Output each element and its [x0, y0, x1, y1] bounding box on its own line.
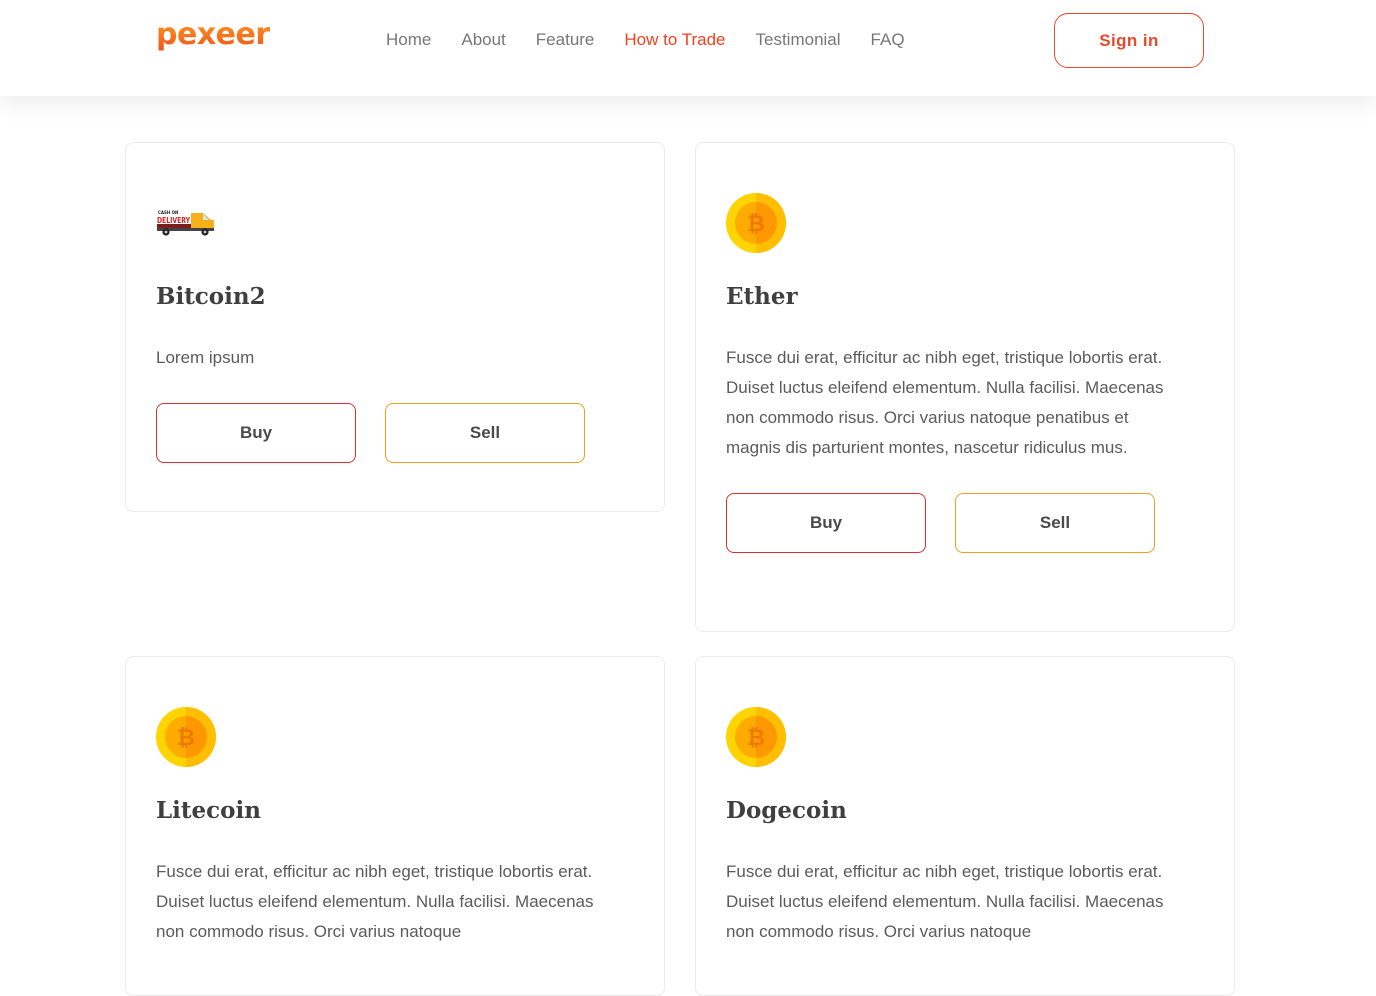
bitcoin-coin-icon: ₿ — [726, 193, 786, 253]
main-nav: Home About Feature How to Trade Testimon… — [386, 28, 935, 52]
coin-title: Bitcoin2 — [156, 283, 266, 310]
nav-item-home[interactable]: Home — [386, 28, 431, 52]
svg-text:₿: ₿ — [747, 212, 765, 237]
trade-buttons: Buy Sell — [156, 403, 634, 463]
svg-text:₿: ₿ — [747, 726, 765, 751]
coin-title: Dogecoin — [726, 797, 847, 824]
sell-button[interactable]: Sell — [385, 403, 585, 463]
bitcoin-coin-icon: ₿ — [156, 707, 216, 767]
coin-title: Litecoin — [156, 797, 261, 824]
svg-text:CASH ON: CASH ON — [158, 210, 178, 215]
coin-card-ether: ₿ Ether Fusce dui erat, efficitur ac nib… — [695, 142, 1235, 632]
coin-description: Lorem ipsum — [156, 348, 255, 367]
sign-in-button[interactable]: Sign in — [1054, 13, 1204, 68]
buy-button[interactable]: Buy — [156, 403, 356, 463]
coin-card-dogecoin: ₿ Dogecoin Fusce dui erat, efficitur ac … — [695, 656, 1235, 996]
truck-delivery-label: DELIVERY — [157, 216, 190, 225]
logo-text: pexeer — [156, 17, 270, 52]
nav-item-feature[interactable]: Feature — [536, 28, 595, 52]
coin-title: Ether — [726, 283, 798, 310]
nav-item-testimonial[interactable]: Testimonial — [756, 28, 841, 52]
nav-item-how-to-trade[interactable]: How to Trade — [624, 28, 725, 52]
coin-card-litecoin: ₿ Litecoin Fusce dui erat, efficitur ac … — [125, 656, 665, 996]
coin-description: Fusce dui erat, efficitur ac nibh eget, … — [726, 348, 1164, 457]
pexeer-logo[interactable]: pexeer — [156, 18, 270, 52]
nav-item-about[interactable]: About — [461, 28, 505, 52]
svg-text:₿: ₿ — [177, 726, 195, 751]
trade-buttons: Buy Sell — [726, 493, 1204, 553]
sell-button[interactable]: Sell — [955, 493, 1155, 553]
site-header: pexeer Home About Feature How to Trade T… — [0, 0, 1376, 96]
coin-card-bitcoin2: CASH ON DELIVERY Bitcoin2 Lorem ipsum Bu… — [125, 142, 665, 512]
buy-button[interactable]: Buy — [726, 493, 926, 553]
bitcoin-coin-icon: ₿ — [726, 707, 786, 767]
nav-item-faq[interactable]: FAQ — [871, 28, 905, 52]
delivery-truck-icon: CASH ON DELIVERY — [157, 210, 214, 236]
